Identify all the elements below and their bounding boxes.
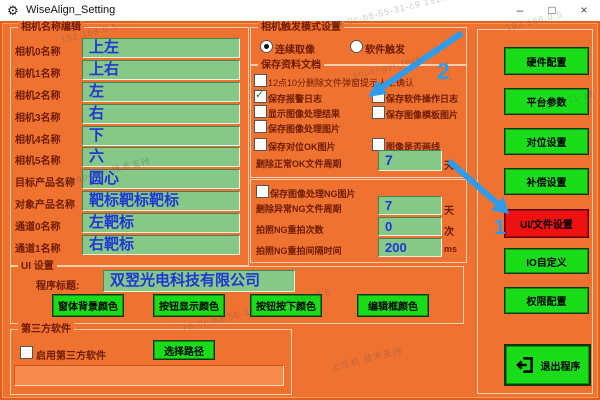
title-bar: ⚙ WiseAlign_Setting – □ × (0, 0, 600, 21)
camera5-name-field[interactable]: 六 (82, 147, 240, 167)
enable-third-party-label: 启用第三方软件 (36, 347, 106, 362)
third-party-path-field[interactable] (14, 365, 284, 386)
save-sw-oplog-label: 保存软件操作日志 (386, 92, 458, 105)
target-product-field[interactable]: 圆心 (82, 169, 240, 189)
trigger-mode-group-title: 相机触发模式设置 (258, 21, 344, 34)
camera2-label: 相机2名称 (15, 87, 61, 102)
minimize-button[interactable]: – (504, 0, 536, 21)
button-color-button[interactable]: 按钮显示颜色 (153, 294, 225, 317)
save-ng-image-checkbox[interactable] (256, 185, 269, 198)
camera3-label: 相机3名称 (15, 109, 61, 124)
camera4-label: 相机4名称 (15, 131, 61, 146)
show-result-checkbox[interactable] (254, 105, 267, 118)
camera2-name-field[interactable]: 左 (82, 82, 240, 102)
object-product-label: 对象产品名称 (15, 196, 75, 211)
ng-cycle-unit: 天 (444, 202, 454, 217)
ng-retry-interval-field[interactable]: 200 (378, 238, 442, 257)
delete-prompt-label: 12点10分删除文件弹窗提示人工确认 (268, 76, 414, 89)
nav-compensation-settings-button[interactable]: 补偿设置 (504, 168, 589, 195)
channel1-label: 通道1名称 (15, 240, 61, 255)
editbox-color-button[interactable]: 编辑框颜色 (357, 294, 429, 317)
channel0-label: 通道0名称 (15, 218, 61, 233)
enable-third-party-checkbox[interactable] (20, 346, 33, 359)
camera1-label: 相机1名称 (15, 65, 61, 80)
save-alarm-log-label: 保存报警日志 (268, 92, 322, 105)
ng-retry-interval-label: 拍照NG重拍间隔时间 (256, 244, 342, 257)
ok-cycle-unit: 天 (444, 157, 454, 172)
save-processed-image-label: 保存图像处理图片 (268, 122, 340, 135)
camera0-label: 相机0名称 (15, 43, 61, 58)
nav-io-custom-button[interactable]: IO自定义 (504, 248, 589, 274)
save-ok-image-label: 保存对位OK图片 (268, 140, 336, 153)
save-ok-image-checkbox[interactable] (254, 138, 267, 151)
ng-retry-count-field[interactable]: 0 (378, 217, 442, 236)
save-template-image-checkbox[interactable] (372, 106, 385, 119)
program-title-field[interactable]: 双翌光电科技有限公司 (103, 270, 295, 292)
ng-retry-count-label: 拍照NG重拍次数 (256, 223, 324, 236)
third-party-group-title: 第三方软件 (18, 323, 74, 336)
software-trigger-radio[interactable] (350, 40, 363, 53)
gear-icon: ⚙ (7, 2, 19, 19)
nav-ui-file-settings-button[interactable]: UI/文件设置 (504, 209, 589, 238)
ng-retry-interval-unit: ms (444, 244, 457, 254)
close-button[interactable]: × (568, 0, 600, 21)
exit-program-button[interactable]: 退出程序 (504, 344, 591, 386)
save-alarm-log-checkbox[interactable] (254, 90, 267, 103)
nav-permission-config-button[interactable]: 权限配置 (504, 287, 589, 314)
target-product-label: 目标产品名称 (15, 174, 75, 189)
object-product-field[interactable]: 靶标靶标靶标 (82, 191, 240, 211)
save-ng-image-label: 保存图像处理NG图片 (270, 187, 356, 200)
save-processed-image-checkbox[interactable] (254, 120, 267, 133)
ng-cycle-label: 删除异常NG文件周期 (256, 202, 342, 215)
button-pressed-color-button[interactable]: 按钮按下颜色 (250, 294, 322, 317)
ok-cycle-label: 删除正常OK文件周期 (256, 157, 342, 170)
ng-cycle-field[interactable]: 7 (378, 196, 442, 215)
ok-cycle-field[interactable]: 7 (378, 150, 442, 171)
wisealign-settings-window: ⚙ WiseAlign_Setting – □ × 相机名称编辑 相机0名称 上… (0, 0, 600, 400)
save-docs-group-title: 保存资料文档 (258, 59, 324, 72)
exit-program-label: 退出程序 (541, 358, 581, 373)
save-sw-oplog-checkbox[interactable] (372, 90, 385, 103)
continuous-capture-label: 连续取像 (275, 41, 315, 56)
program-title-label: 程序标题: (36, 277, 79, 292)
maximize-button[interactable]: □ (536, 0, 568, 21)
annotation-step1: 1 (494, 216, 506, 240)
show-result-label: 显示图像处理结果 (268, 107, 340, 120)
ng-retry-count-unit: 次 (444, 223, 454, 238)
save-template-image-label: 保存图像模板图片 (386, 108, 458, 121)
nav-hardware-config-button[interactable]: 硬件配置 (504, 47, 589, 75)
camera5-label: 相机5名称 (15, 152, 61, 167)
continuous-capture-radio[interactable] (260, 40, 273, 53)
select-path-button[interactable]: 选择路径 (153, 340, 215, 360)
camera-name-group-title: 相机名称编辑 (18, 21, 84, 34)
ui-settings-group-title: UI 设置 (18, 260, 57, 273)
nav-alignment-settings-button[interactable]: 对位设置 (504, 128, 589, 155)
channel1-name-field[interactable]: 右靶标 (82, 235, 240, 255)
camera0-name-field[interactable]: 上左 (82, 38, 240, 58)
nav-platform-params-button[interactable]: 平台参数 (504, 88, 589, 115)
annotation-step2: 2 (437, 58, 450, 85)
camera4-name-field[interactable]: 下 (82, 126, 240, 146)
form-bg-color-button[interactable]: 窗体背景颜色 (52, 294, 124, 317)
window-title: WiseAlign_Setting (26, 4, 115, 16)
delete-prompt-checkbox[interactable] (254, 74, 267, 87)
camera3-name-field[interactable]: 右 (82, 104, 240, 124)
channel0-name-field[interactable]: 左靶标 (82, 213, 240, 233)
software-trigger-label: 软件触发 (365, 41, 405, 56)
exit-icon (515, 355, 535, 375)
camera1-name-field[interactable]: 上右 (82, 60, 240, 80)
